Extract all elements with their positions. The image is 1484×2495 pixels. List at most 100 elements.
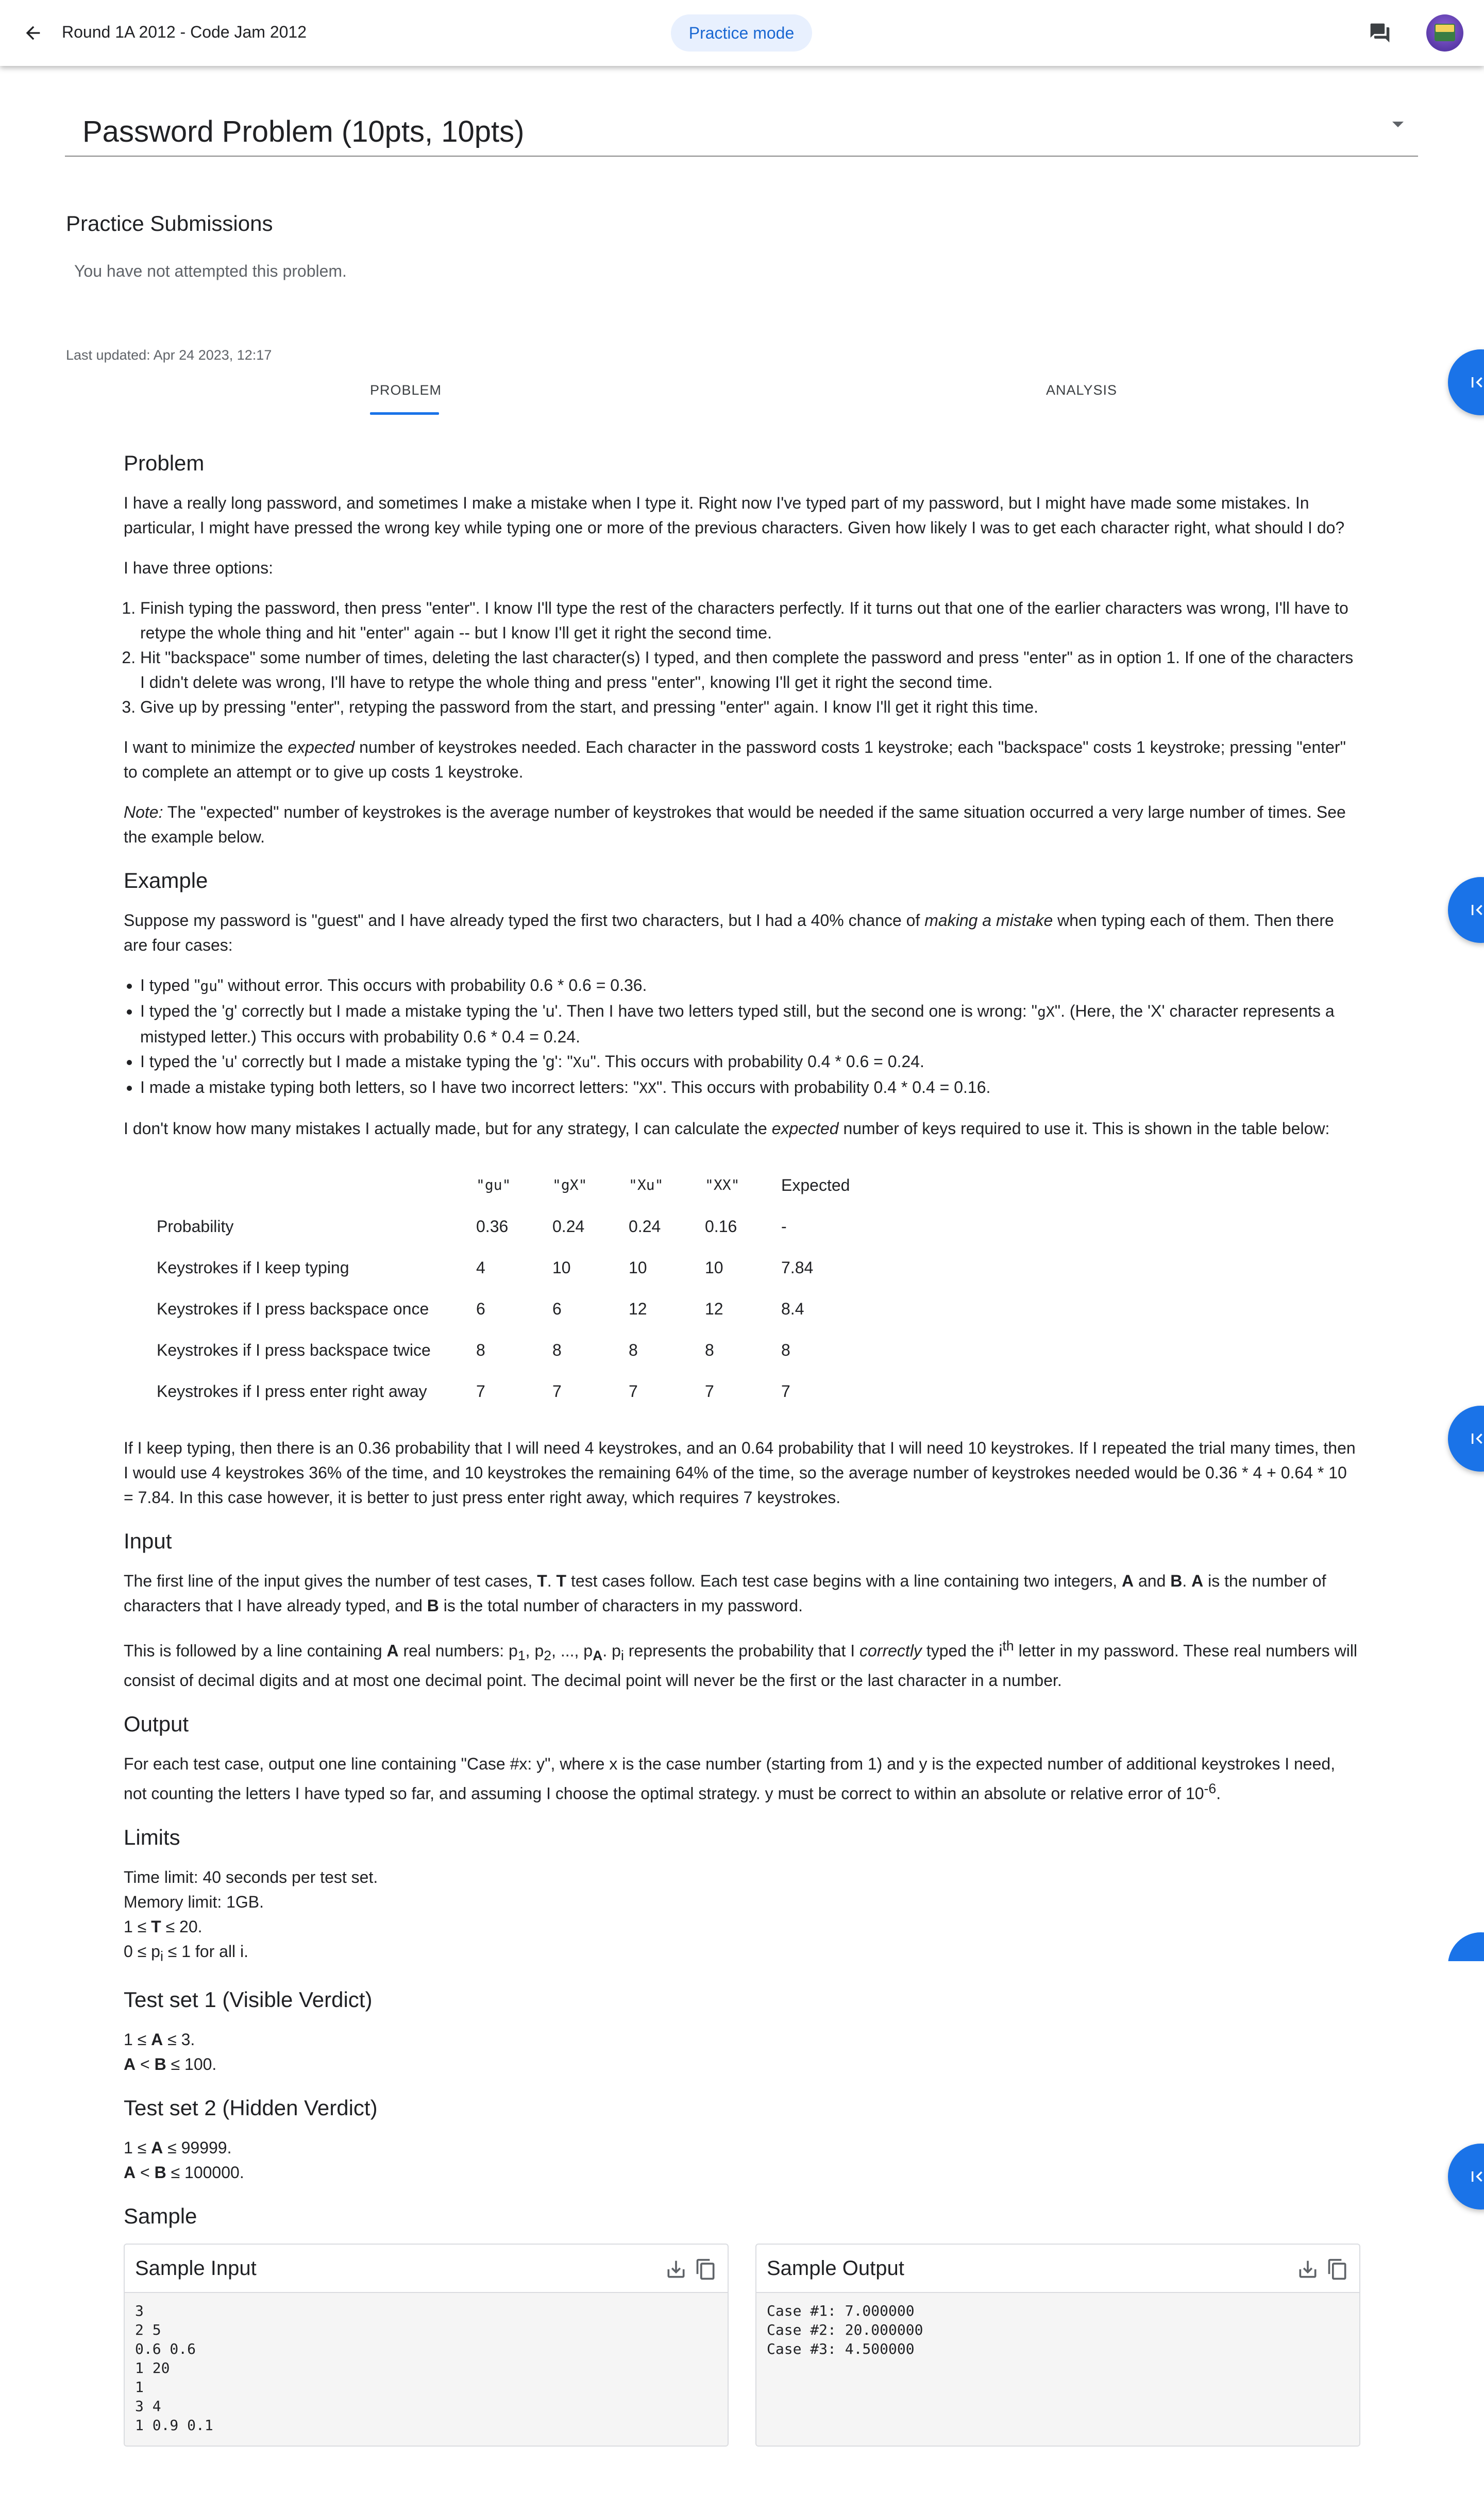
table-cell: 10	[629, 1258, 647, 1277]
list-item: Give up by pressing "enter", retyping th…	[140, 695, 1360, 719]
sample-input-box: Sample Input 3 2 5 0.6 0.6 1 20 1 3 4 1 …	[124, 2244, 729, 2447]
code-line: 0.6 0.6	[135, 2340, 196, 2358]
avatar[interactable]	[1426, 14, 1463, 52]
table-cell: -	[781, 1217, 787, 1236]
section-heading: Input	[124, 1529, 172, 1553]
table-cell: 8	[476, 1341, 485, 1359]
side-panel-toggle-button[interactable]	[1448, 2144, 1484, 2210]
table-cell: 10	[552, 1258, 571, 1277]
paragraph: I don't know how many mistakes I actuall…	[124, 1119, 1330, 1138]
table-row: Probability 0.36 0.24 0.24 0.16 -	[157, 1206, 857, 1247]
paragraph: I want to minimize the expected number o…	[124, 738, 1346, 781]
code-line: 1	[135, 2379, 144, 2396]
table-cell: 8	[629, 1341, 638, 1359]
table-cell: 0.36	[476, 1217, 509, 1236]
code-line: 3	[135, 2302, 144, 2320]
code-line: Case #2: 20.000000	[767, 2321, 923, 2339]
back-arrow-icon[interactable]	[20, 20, 46, 46]
section-heading: Example	[124, 868, 208, 892]
download-icon[interactable]	[665, 2258, 687, 2281]
list-item: I typed the 'g' correctly but I made a m…	[140, 999, 1360, 1049]
copy-icon[interactable]	[695, 2258, 717, 2281]
last-updated: Last updated: Apr 24 2023, 12:17	[66, 347, 272, 363]
table-row: Keystrokes if I keep typing 4 10 10 10 7…	[157, 1247, 857, 1288]
forum-icon[interactable]	[1367, 20, 1393, 46]
table-row: Keystrokes if I press backspace once 6 6…	[157, 1288, 857, 1329]
copy-icon[interactable]	[1326, 2258, 1349, 2281]
code-line: 1 0.9 0.1	[135, 2417, 213, 2434]
section-heading: Limits	[124, 1825, 180, 1849]
table-cell: 7	[476, 1382, 485, 1401]
row-label: Keystrokes if I press backspace twice	[157, 1341, 431, 1359]
section-heading: Sample	[124, 2204, 197, 2229]
table-header-cell: "Xu"	[629, 1176, 664, 1193]
table-cell: 0.16	[705, 1217, 737, 1236]
table-cell: 4	[476, 1258, 485, 1277]
table-header-cell: "XX"	[705, 1176, 740, 1193]
row-label: Keystrokes if I keep typing	[157, 1258, 349, 1277]
first-page-icon	[1472, 2171, 1482, 2182]
tab-problem[interactable]: PROBLEM	[370, 382, 442, 398]
table-cell: 7	[629, 1382, 638, 1401]
table-cell: 12	[629, 1300, 647, 1318]
practice-submissions-heading: Practice Submissions	[66, 211, 273, 235]
table-cell: 10	[705, 1258, 723, 1277]
table-cell: 0.24	[629, 1217, 661, 1236]
side-panel-toggle-button-partial[interactable]	[1448, 1932, 1484, 1961]
paragraph: The first line of the input gives the nu…	[124, 1572, 1326, 1615]
section-heading: Test set 2 (Hidden Verdict)	[124, 2096, 378, 2120]
table-row: Keystrokes if I press enter right away 7…	[157, 1371, 857, 1412]
contest-title: Round 1A 2012 - Code Jam 2012	[62, 23, 307, 41]
practice-mode-chip[interactable]: Practice mode	[671, 14, 812, 52]
table-row: Keystrokes if I press backspace twice 8 …	[157, 1329, 857, 1371]
table-cell: 8	[781, 1341, 790, 1359]
code-line: 3 4	[135, 2398, 161, 2415]
table-header-cell: "gu"	[476, 1176, 511, 1193]
code-line: 2 5	[135, 2321, 161, 2339]
paragraph: Note: The "expected" number of keystroke…	[124, 803, 1346, 846]
side-panel-toggle-button[interactable]	[1448, 877, 1484, 943]
paragraph: For each test case, output one line cont…	[124, 1755, 1336, 1803]
side-panel-toggle-button[interactable]	[1448, 349, 1484, 415]
side-panel-toggle-button[interactable]	[1448, 1406, 1484, 1472]
test-set-1-limits: 1 ≤ A ≤ 3. A < B ≤ 100.	[124, 2030, 217, 2074]
tab-analysis[interactable]: ANALYSIS	[1046, 382, 1117, 398]
row-label: Probability	[157, 1217, 234, 1236]
table-cell: 8.4	[781, 1300, 804, 1318]
first-page-icon	[1472, 905, 1482, 915]
section-heading: Problem	[124, 451, 205, 475]
table-cell: 12	[705, 1300, 723, 1318]
dropdown-arrow-icon[interactable]	[1392, 122, 1404, 127]
sample-output-box: Sample Output Case #1: 7.000000 Case #2:…	[755, 2244, 1360, 2447]
section-heading: Test set 1 (Visible Verdict)	[124, 1987, 373, 2012]
top-app-bar: Round 1A 2012 - Code Jam 2012 Practice m…	[0, 0, 1484, 66]
paragraph: I have a really long password, and somet…	[124, 494, 1345, 537]
table-cell: 0.24	[552, 1217, 585, 1236]
test-set-2-limits: 1 ≤ A ≤ 99999. A < B ≤ 100000.	[124, 2138, 244, 2182]
table-cell: 7.84	[781, 1258, 814, 1277]
table-cell: 6	[552, 1300, 562, 1318]
sample-output-title: Sample Output	[767, 2257, 904, 2280]
problem-select[interactable]: Password Problem (10pts, 10pts)	[65, 103, 1418, 157]
table-header-row: "gu" "gX" "Xu" "XX" Expected	[157, 1165, 857, 1206]
paragraph: Suppose my password is "guest" and I hav…	[124, 911, 1334, 954]
problem-select-value: Password Problem (10pts, 10pts)	[82, 115, 525, 148]
active-tab-indicator	[370, 412, 439, 415]
code-line: Case #1: 7.000000	[767, 2302, 915, 2320]
table-cell: 8	[705, 1341, 714, 1359]
list-item: I made a mistake typing both letters, so…	[140, 1075, 1360, 1101]
table-header-cell: Expected	[781, 1176, 850, 1194]
code-line: Case #3: 4.500000	[767, 2340, 915, 2358]
sample-io: Sample Input 3 2 5 0.6 0.6 1 20 1 3 4 1 …	[124, 2244, 1360, 2447]
table-cell: 8	[552, 1341, 562, 1359]
list-item: I typed the 'u' correctly but I made a m…	[140, 1049, 1360, 1075]
cases-list: I typed "gu" without error. This occurs …	[140, 973, 1360, 1101]
download-icon[interactable]	[1296, 2258, 1319, 2281]
first-page-icon	[1472, 1434, 1482, 1444]
sample-output-code: Case #1: 7.000000 Case #2: 20.000000 Cas…	[756, 2293, 1359, 2446]
problem-statement: Problem I have a really long password, a…	[124, 448, 1360, 2447]
table-cell: 7	[552, 1382, 562, 1401]
no-attempts-text: You have not attempted this problem.	[74, 262, 347, 280]
list-item: Hit "backspace" some number of times, de…	[140, 645, 1360, 695]
sample-input-code: 3 2 5 0.6 0.6 1 20 1 3 4 1 0.9 0.1	[125, 2293, 728, 2446]
